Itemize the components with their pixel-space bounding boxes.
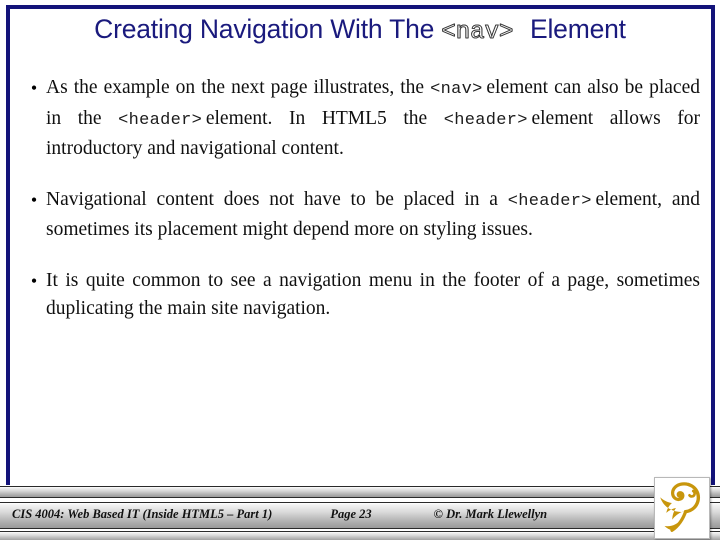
title-text-part-1: Creating Navigation With The bbox=[94, 14, 442, 44]
bullet-text: It is quite common to see a navigation m… bbox=[46, 269, 700, 320]
slide-body: • As the example on the next page illust… bbox=[22, 74, 700, 324]
title-text-part-2: Element bbox=[530, 14, 626, 44]
slide-frame-left bbox=[6, 5, 10, 485]
footer-author-label: © Dr. Mark Llewellyn bbox=[433, 507, 548, 521]
list-item: • As the example on the next page illust… bbox=[22, 74, 700, 164]
slide-title: Creating Navigation With The <nav> Eleme… bbox=[10, 12, 710, 50]
list-item: • It is quite common to see a navigation… bbox=[22, 267, 700, 324]
pegasus-icon bbox=[660, 482, 701, 532]
inline-code: <header> bbox=[507, 191, 592, 211]
footer-bar-top bbox=[0, 486, 720, 498]
title-code-spacer bbox=[513, 14, 530, 44]
page-title: Creating Navigation With The <nav> Eleme… bbox=[10, 12, 710, 50]
inline-code: <header> bbox=[118, 110, 203, 130]
bullet-marker: • bbox=[30, 270, 38, 291]
footer-course-label: CIS 4004: Web Based IT (Inside HTML5 – P… bbox=[12, 507, 273, 521]
footer-text-row: CIS 4004: Web Based IT (Inside HTML5 – P… bbox=[0, 502, 720, 527]
ucf-pegasus-logo bbox=[654, 477, 710, 539]
bullet-marker: • bbox=[30, 189, 38, 210]
bullet-text: Navigational content does not have to be… bbox=[46, 188, 700, 241]
list-item: • Navigational content does not have to … bbox=[22, 186, 700, 245]
footer-page-number: Page 23 bbox=[330, 507, 372, 521]
bullet-text: As the example on the next page illustra… bbox=[46, 77, 700, 159]
slide-frame-right bbox=[711, 5, 715, 485]
bullet-marker: • bbox=[30, 78, 38, 98]
slide-frame-top bbox=[6, 5, 715, 9]
slide-footer: CIS 4004: Web Based IT (Inside HTML5 – P… bbox=[0, 484, 720, 540]
slide-canvas: Creating Navigation With The <nav> Eleme… bbox=[0, 0, 720, 540]
inline-code: <nav> bbox=[430, 80, 483, 99]
title-code-nav: <nav> bbox=[441, 19, 514, 47]
footer-bar-bottom bbox=[0, 531, 720, 540]
pegasus-glyph bbox=[660, 482, 701, 532]
inline-code: <header> bbox=[443, 110, 528, 130]
